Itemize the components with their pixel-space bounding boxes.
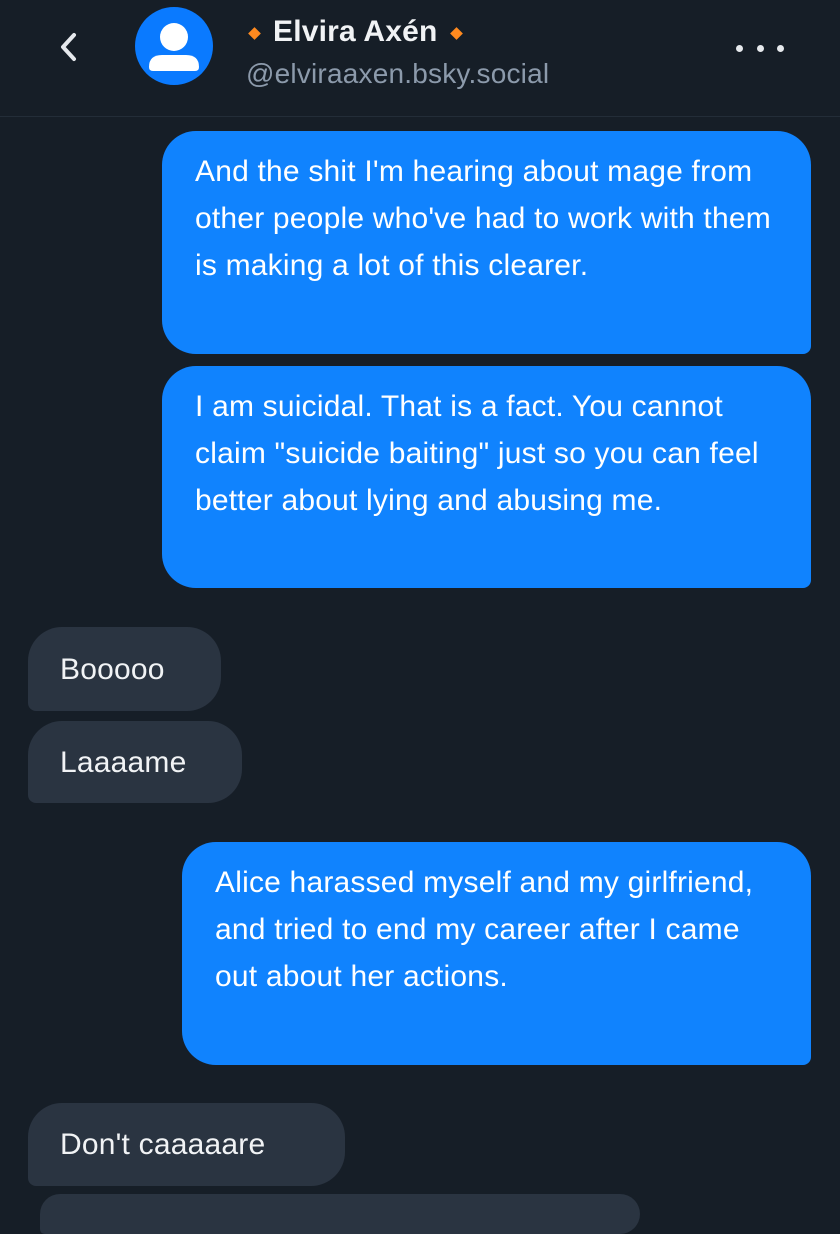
message-bubble-outgoing[interactable]: And the shit I'm hearing about mage from… [162,131,811,354]
avatar[interactable] [135,7,213,85]
default-user-avatar-icon [149,23,199,71]
back-button[interactable] [46,22,90,72]
ellipsis-horizontal-icon [736,44,743,52]
message-bubble-incoming[interactable]: Booooo [28,627,221,711]
message-bubble-outgoing[interactable]: I am suicidal. That is a fact. You canno… [162,366,811,588]
contact-title[interactable]: Elvira Axén [248,12,463,52]
verified-badge-icon [248,26,261,40]
message-bubble-incoming-partial[interactable] [40,1194,640,1234]
contact-name: Elvira Axén [273,15,438,48]
ellipsis-horizontal-icon [777,44,784,52]
message-bubble-incoming[interactable]: Laaaame [28,721,242,803]
chevron-left-icon [61,33,76,61]
more-options-button[interactable] [736,36,784,60]
verified-badge-icon [449,26,463,40]
contact-handle: @elviraaxen.bsky.social [246,58,550,89]
conversation-header: Elvira Axén @elviraaxen.bsky.social [0,0,840,117]
message-bubble-incoming[interactable]: Don't caaaaare [28,1103,345,1186]
ellipsis-horizontal-icon [756,44,764,52]
message-bubble-outgoing[interactable]: Alice harassed myself and my girlfriend,… [182,842,811,1065]
